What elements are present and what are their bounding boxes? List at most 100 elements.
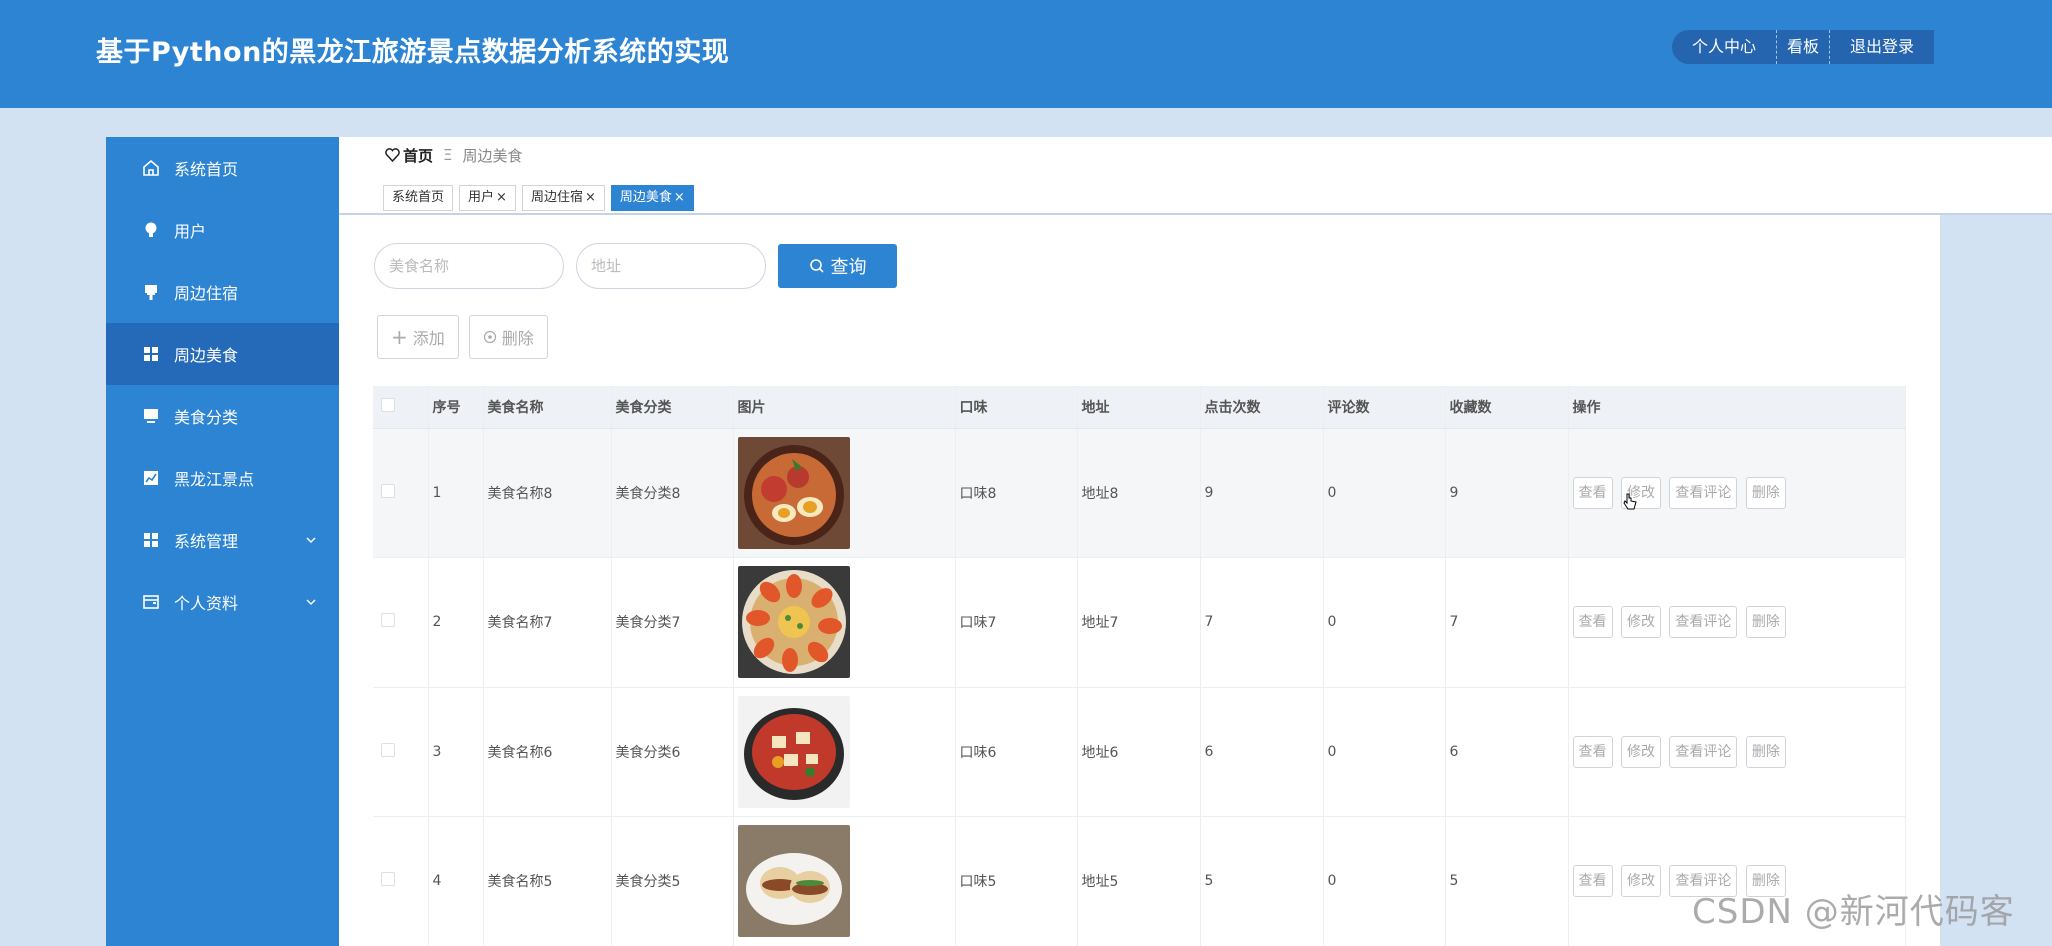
close-icon[interactable]: ×: [674, 190, 685, 205]
tab-food[interactable]: 周边美食 ×: [610, 185, 694, 211]
cell-no: 1: [428, 428, 484, 558]
view-button[interactable]: 查看: [1572, 865, 1613, 898]
profile-center-button[interactable]: 个人中心: [1672, 30, 1776, 64]
tab-label: 系统首页: [392, 190, 445, 205]
cell-comments: 0: [1323, 428, 1446, 558]
top-nav: 个人中心 看板 退出登录: [1672, 30, 1935, 64]
delete-button[interactable]: 删除: [468, 315, 548, 359]
search-row: 查询: [374, 243, 897, 289]
sidebar-item-users[interactable]: 用户: [106, 199, 339, 261]
hand-cursor-icon: [1622, 493, 1637, 515]
cell-clicks: 9: [1200, 428, 1324, 558]
view-comments-button[interactable]: 查看评论: [1669, 735, 1738, 768]
col-header: 口味: [955, 386, 1078, 429]
sidebar-item-system-management[interactable]: 系统管理: [106, 509, 339, 571]
cell-clicks: 5: [1200, 816, 1324, 946]
plus-icon: +: [391, 325, 408, 349]
cell-image: [733, 557, 956, 688]
sidebar-item-scenic-spots[interactable]: 黑龙江景点: [106, 447, 339, 509]
sidebar-item-food[interactable]: 周边美食: [106, 323, 339, 385]
main-content: 查询 + 添加 删除 序号 美食名称 美食分类: [339, 215, 1940, 946]
col-header: 美食名称: [483, 386, 612, 429]
edit-button[interactable]: 修改: [1620, 606, 1661, 639]
cell-favorites: 5: [1445, 816, 1569, 946]
close-icon[interactable]: ×: [585, 190, 596, 205]
view-comments-button[interactable]: 查看评论: [1669, 476, 1738, 509]
logout-button[interactable]: 退出登录: [1830, 30, 1934, 64]
cell-taste: 口味7: [955, 557, 1078, 688]
heart-icon: [385, 148, 400, 162]
tab-label: 用户: [468, 190, 495, 205]
home-icon: [140, 158, 162, 178]
delete-button-label: 删除: [501, 329, 534, 348]
row-checkbox[interactable]: [381, 613, 395, 628]
address-search-input[interactable]: [576, 243, 766, 289]
tab-users[interactable]: 用户 ×: [459, 185, 516, 211]
col-header: 图片: [733, 386, 956, 429]
cell-address: 地址6: [1077, 687, 1201, 817]
food-image-ramen: [737, 436, 850, 549]
add-button[interactable]: + 添加: [377, 315, 459, 359]
col-header: 点击次数: [1200, 386, 1324, 429]
food-image-burger-bun: [737, 825, 850, 938]
row-checkbox[interactable]: [381, 872, 395, 887]
sidebar-item-label: 周边美食: [174, 346, 239, 365]
col-header: 序号: [428, 386, 484, 429]
sidebar-item-lodging[interactable]: 周边住宿: [106, 261, 339, 323]
add-button-label: 添加: [412, 329, 445, 348]
search-button[interactable]: 查询: [778, 244, 897, 288]
col-header: 操作: [1568, 386, 1906, 429]
sidebar-item-label: 黑龙江景点: [174, 470, 255, 489]
select-all-cell[interactable]: [373, 386, 429, 429]
delete-row-button[interactable]: 删除: [1745, 735, 1786, 768]
view-comments-button[interactable]: 查看评论: [1669, 606, 1738, 639]
tabs-bar: 系统首页 用户 × 周边住宿 × 周边美食 ×: [339, 173, 2052, 215]
monitor-icon: [140, 406, 162, 426]
select-all-checkbox[interactable]: [381, 397, 395, 412]
col-header: 收藏数: [1445, 386, 1569, 429]
cell-clicks: 6: [1200, 687, 1324, 817]
sidebar-item-food-category[interactable]: 美食分类: [106, 385, 339, 447]
breadcrumb-home[interactable]: 首页: [385, 145, 433, 166]
row-select-cell: [373, 687, 429, 817]
wallet-icon: [140, 592, 162, 612]
table-row: 3 美食名称6 美食分类6 口味6 地址6 6 0 6 查看 修改 查看评论 删…: [373, 687, 1906, 817]
tab-home[interactable]: 系统首页: [383, 185, 454, 211]
chevron-down-icon: [305, 593, 317, 612]
sidebar-item-label: 系统首页: [174, 160, 239, 179]
table-row: 1 美食名称8 美食分类8 口味8 地址8 9 0 9 查看 修改 查看评论 删…: [373, 428, 1906, 558]
delete-row-button[interactable]: 删除: [1745, 606, 1786, 639]
col-header: 美食分类: [611, 386, 734, 429]
edit-button[interactable]: 修改: [1620, 735, 1661, 768]
food-name-search-input[interactable]: [374, 243, 564, 289]
sidebar-item-profile[interactable]: 个人资料: [106, 571, 339, 633]
cell-taste: 口味8: [955, 428, 1078, 558]
cell-address: 地址5: [1077, 816, 1201, 946]
watermark: CSDN @新河代码客: [1692, 892, 2015, 932]
grid-icon: [140, 344, 162, 364]
view-button[interactable]: 查看: [1572, 476, 1613, 509]
cell-name: 美食名称8: [483, 428, 612, 558]
breadcrumb: 首页 Ξ 周边美食: [339, 137, 2052, 173]
cell-name: 美食名称6: [483, 687, 612, 817]
stamp-icon: [140, 282, 162, 302]
chevron-down-icon: [305, 531, 317, 550]
view-button[interactable]: 查看: [1572, 606, 1613, 639]
cell-comments: 0: [1323, 557, 1446, 688]
cell-address: 地址7: [1077, 557, 1201, 688]
close-icon[interactable]: ×: [496, 190, 507, 205]
app-header: 基于Python的黑龙江旅游景点数据分析系统的实现 个人中心 看板 退出登录: [0, 0, 2052, 108]
breadcrumb-separator: Ξ: [443, 146, 453, 164]
cell-category: 美食分类7: [611, 557, 734, 688]
cell-image: [733, 428, 956, 558]
edit-button[interactable]: 修改: [1620, 865, 1661, 898]
view-button[interactable]: 查看: [1572, 735, 1613, 768]
sidebar-item-home[interactable]: 系统首页: [106, 137, 339, 199]
row-checkbox[interactable]: [381, 742, 395, 757]
row-checkbox[interactable]: [381, 483, 395, 498]
tab-lodging[interactable]: 周边住宿 ×: [521, 185, 605, 211]
cell-comments: 0: [1323, 816, 1446, 946]
cell-operations: 查看 修改 查看评论 删除: [1568, 428, 1906, 558]
dashboard-button[interactable]: 看板: [1776, 30, 1831, 64]
delete-row-button[interactable]: 删除: [1745, 476, 1786, 509]
